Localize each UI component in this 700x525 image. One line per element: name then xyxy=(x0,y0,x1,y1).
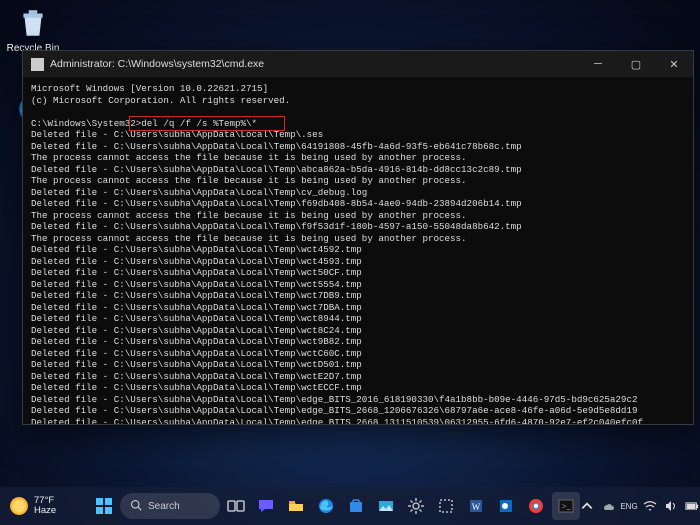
term-line: Deleted file - C:\Users\subha\AppData\Lo… xyxy=(31,325,362,336)
term-line: Deleted file - C:\Users\subha\AppData\Lo… xyxy=(31,302,362,313)
term-line: Deleted file - C:\Users\subha\AppData\Lo… xyxy=(31,336,362,347)
taskbar-app-store[interactable] xyxy=(342,492,370,520)
svg-text:>_: >_ xyxy=(562,502,572,511)
taskbar-app-photos[interactable] xyxy=(372,492,400,520)
taskbar[interactable]: 77°F Haze Search xyxy=(0,487,700,525)
tray-volume-icon[interactable] xyxy=(664,499,678,513)
search-icon xyxy=(130,499,142,514)
taskbar-app-chrome[interactable] xyxy=(522,492,550,520)
window-title: Administrator: C:\Windows\system32\cmd.e… xyxy=(50,58,264,70)
minimize-button[interactable]: ─ xyxy=(579,51,617,77)
start-button[interactable] xyxy=(90,492,118,520)
search-placeholder: Search xyxy=(148,501,180,512)
recycle-bin-icon xyxy=(16,6,50,40)
term-line: Deleted file - C:\Users\subha\AppData\Lo… xyxy=(31,313,362,324)
term-line: The process cannot access the file becau… xyxy=(31,233,467,244)
weather-icon xyxy=(10,497,28,515)
desktop-icon-recycle-bin[interactable]: Recycle Bin xyxy=(4,6,62,54)
taskbar-app-snip[interactable] xyxy=(432,492,460,520)
term-line: Microsoft Windows [Version 10.0.22621.27… xyxy=(31,83,268,94)
taskbar-app-settings[interactable] xyxy=(402,492,430,520)
close-button[interactable]: ✕ xyxy=(655,51,693,77)
taskbar-app-word[interactable]: W xyxy=(462,492,490,520)
cmd-window[interactable]: Administrator: C:\Windows\system32\cmd.e… xyxy=(22,50,694,425)
taskbar-app-edge[interactable] xyxy=(312,492,340,520)
term-line: The process cannot access the file becau… xyxy=(31,175,467,186)
tray-wifi-icon[interactable] xyxy=(643,499,657,513)
term-line: Deleted file - C:\Users\subha\AppData\Lo… xyxy=(31,279,362,290)
term-line: Deleted file - C:\Users\subha\AppData\Lo… xyxy=(31,164,522,175)
term-line: Deleted file - C:\Users\subha\AppData\Lo… xyxy=(31,359,362,370)
term-line: Deleted file - C:\Users\subha\AppData\Lo… xyxy=(31,267,362,278)
tray-onedrive-icon[interactable] xyxy=(601,499,615,513)
term-line: The process cannot access the file becau… xyxy=(31,210,467,221)
tray-battery-icon[interactable] xyxy=(685,499,699,513)
term-line: Deleted file - C:\Users\subha\AppData\Lo… xyxy=(31,394,637,405)
cmd-icon xyxy=(31,58,44,71)
term-line: Deleted file - C:\Users\subha\AppData\Lo… xyxy=(31,221,522,232)
taskbar-app-cmd[interactable]: >_ xyxy=(552,492,580,520)
term-line: Deleted file - C:\Users\subha\AppData\Lo… xyxy=(31,405,637,416)
svg-text:W: W xyxy=(472,502,481,512)
weather-text: 77°F Haze xyxy=(34,496,56,517)
terminal-output[interactable]: Microsoft Windows [Version 10.0.22621.27… xyxy=(23,77,693,424)
taskbar-app-explorer[interactable] xyxy=(282,492,310,520)
term-line: Deleted file - C:\Users\subha\AppData\Lo… xyxy=(31,187,367,198)
term-line: Deleted file - C:\Users\subha\AppData\Lo… xyxy=(31,256,362,267)
taskbar-app-chat[interactable] xyxy=(252,492,280,520)
maximize-button[interactable]: ▢ xyxy=(617,51,655,77)
term-line: Deleted file - C:\Users\subha\AppData\Lo… xyxy=(31,348,362,359)
task-view-button[interactable] xyxy=(222,492,250,520)
term-line: Deleted file - C:\Users\subha\AppData\Lo… xyxy=(31,198,522,209)
term-line: Deleted file - C:\Users\subha\AppData\Lo… xyxy=(31,371,362,382)
taskbar-app-outlook[interactable] xyxy=(492,492,520,520)
term-line: Deleted file - C:\Users\subha\AppData\Lo… xyxy=(31,129,323,140)
titlebar[interactable]: Administrator: C:\Windows\system32\cmd.e… xyxy=(23,51,693,77)
term-line: Deleted file - C:\Users\subha\AppData\Lo… xyxy=(31,290,362,301)
tray-chevron-up-icon[interactable] xyxy=(580,499,594,513)
tray-language-icon[interactable]: ENG xyxy=(622,499,636,513)
term-line: C:\Windows\System32>del /q /f /s %Temp%\… xyxy=(31,118,257,129)
term-line: Deleted file - C:\Users\subha\AppData\Lo… xyxy=(31,417,643,425)
term-line: (c) Microsoft Corporation. All rights re… xyxy=(31,95,290,106)
term-line: Deleted file - C:\Users\subha\AppData\Lo… xyxy=(31,382,362,393)
term-line: The process cannot access the file becau… xyxy=(31,152,467,163)
term-line: Deleted file - C:\Users\subha\AppData\Lo… xyxy=(31,244,362,255)
term-line: Deleted file - C:\Users\subha\AppData\Lo… xyxy=(31,141,522,152)
taskbar-search[interactable]: Search xyxy=(120,493,220,519)
weather-widget[interactable]: 77°F Haze xyxy=(10,496,56,517)
weather-cond: Haze xyxy=(34,506,56,516)
